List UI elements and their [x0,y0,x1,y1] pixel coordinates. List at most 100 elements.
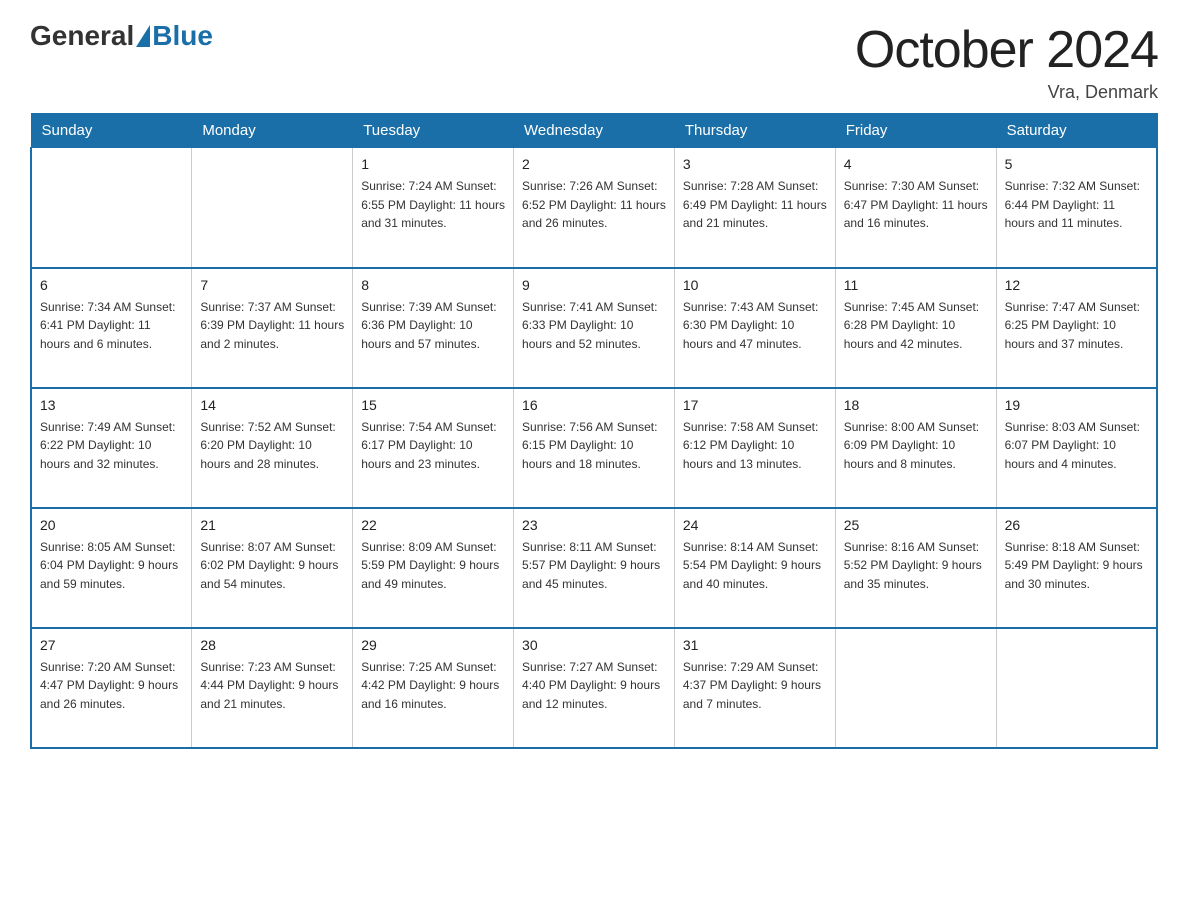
calendar-table: SundayMondayTuesdayWednesdayThursdayFrid… [30,113,1158,749]
calendar-cell: 13Sunrise: 7:49 AM Sunset: 6:22 PM Dayli… [31,388,192,508]
day-number: 30 [522,635,666,656]
logo: General Blue [30,20,213,52]
day-info: Sunrise: 8:00 AM Sunset: 6:09 PM Dayligh… [844,418,988,474]
day-info: Sunrise: 8:07 AM Sunset: 6:02 PM Dayligh… [200,538,344,594]
day-info: Sunrise: 7:29 AM Sunset: 4:37 PM Dayligh… [683,658,827,714]
calendar-cell: 4Sunrise: 7:30 AM Sunset: 6:47 PM Daylig… [835,148,996,268]
day-info: Sunrise: 7:52 AM Sunset: 6:20 PM Dayligh… [200,418,344,474]
day-info: Sunrise: 7:39 AM Sunset: 6:36 PM Dayligh… [361,298,505,354]
calendar-cell: 3Sunrise: 7:28 AM Sunset: 6:49 PM Daylig… [674,148,835,268]
day-info: Sunrise: 7:56 AM Sunset: 6:15 PM Dayligh… [522,418,666,474]
day-number: 17 [683,395,827,416]
day-number: 27 [40,635,183,656]
calendar-cell [192,148,353,268]
day-number: 20 [40,515,183,536]
calendar-cell: 25Sunrise: 8:16 AM Sunset: 5:52 PM Dayli… [835,508,996,628]
weekday-header-thursday: Thursday [674,114,835,148]
calendar-cell: 5Sunrise: 7:32 AM Sunset: 6:44 PM Daylig… [996,148,1157,268]
calendar-cell: 10Sunrise: 7:43 AM Sunset: 6:30 PM Dayli… [674,268,835,388]
day-number: 9 [522,275,666,296]
day-info: Sunrise: 8:14 AM Sunset: 5:54 PM Dayligh… [683,538,827,594]
calendar-cell: 26Sunrise: 8:18 AM Sunset: 5:49 PM Dayli… [996,508,1157,628]
calendar-cell: 29Sunrise: 7:25 AM Sunset: 4:42 PM Dayli… [353,628,514,748]
calendar-week-row: 20Sunrise: 8:05 AM Sunset: 6:04 PM Dayli… [31,508,1157,628]
calendar-cell: 27Sunrise: 7:20 AM Sunset: 4:47 PM Dayli… [31,628,192,748]
day-number: 10 [683,275,827,296]
day-info: Sunrise: 7:41 AM Sunset: 6:33 PM Dayligh… [522,298,666,354]
day-info: Sunrise: 8:03 AM Sunset: 6:07 PM Dayligh… [1005,418,1148,474]
day-info: Sunrise: 8:11 AM Sunset: 5:57 PM Dayligh… [522,538,666,594]
day-number: 13 [40,395,183,416]
calendar-cell [835,628,996,748]
logo-general-text: General [30,20,134,52]
day-number: 7 [200,275,344,296]
day-info: Sunrise: 8:09 AM Sunset: 5:59 PM Dayligh… [361,538,505,594]
day-info: Sunrise: 7:37 AM Sunset: 6:39 PM Dayligh… [200,298,344,354]
calendar-cell: 9Sunrise: 7:41 AM Sunset: 6:33 PM Daylig… [514,268,675,388]
day-info: Sunrise: 7:49 AM Sunset: 6:22 PM Dayligh… [40,418,183,474]
calendar-cell: 20Sunrise: 8:05 AM Sunset: 6:04 PM Dayli… [31,508,192,628]
calendar-cell: 23Sunrise: 8:11 AM Sunset: 5:57 PM Dayli… [514,508,675,628]
calendar-cell: 14Sunrise: 7:52 AM Sunset: 6:20 PM Dayli… [192,388,353,508]
day-number: 2 [522,154,666,175]
calendar-cell: 2Sunrise: 7:26 AM Sunset: 6:52 PM Daylig… [514,148,675,268]
day-number: 24 [683,515,827,536]
day-number: 31 [683,635,827,656]
calendar-week-row: 27Sunrise: 7:20 AM Sunset: 4:47 PM Dayli… [31,628,1157,748]
day-number: 1 [361,154,505,175]
day-info: Sunrise: 7:47 AM Sunset: 6:25 PM Dayligh… [1005,298,1148,354]
calendar-week-row: 13Sunrise: 7:49 AM Sunset: 6:22 PM Dayli… [31,388,1157,508]
calendar-week-row: 1Sunrise: 7:24 AM Sunset: 6:55 PM Daylig… [31,148,1157,268]
day-info: Sunrise: 7:54 AM Sunset: 6:17 PM Dayligh… [361,418,505,474]
day-info: Sunrise: 7:43 AM Sunset: 6:30 PM Dayligh… [683,298,827,354]
weekday-header-tuesday: Tuesday [353,114,514,148]
calendar-cell: 19Sunrise: 8:03 AM Sunset: 6:07 PM Dayli… [996,388,1157,508]
day-info: Sunrise: 7:34 AM Sunset: 6:41 PM Dayligh… [40,298,183,354]
day-info: Sunrise: 8:05 AM Sunset: 6:04 PM Dayligh… [40,538,183,594]
page-header: General Blue October 2024 Vra, Denmark [30,20,1158,103]
day-number: 14 [200,395,344,416]
day-number: 15 [361,395,505,416]
day-number: 26 [1005,515,1148,536]
calendar-cell: 22Sunrise: 8:09 AM Sunset: 5:59 PM Dayli… [353,508,514,628]
day-info: Sunrise: 7:20 AM Sunset: 4:47 PM Dayligh… [40,658,183,714]
day-number: 8 [361,275,505,296]
calendar-week-row: 6Sunrise: 7:34 AM Sunset: 6:41 PM Daylig… [31,268,1157,388]
calendar-cell: 1Sunrise: 7:24 AM Sunset: 6:55 PM Daylig… [353,148,514,268]
day-info: Sunrise: 7:26 AM Sunset: 6:52 PM Dayligh… [522,177,666,233]
calendar-cell: 12Sunrise: 7:47 AM Sunset: 6:25 PM Dayli… [996,268,1157,388]
day-number: 29 [361,635,505,656]
day-number: 28 [200,635,344,656]
weekday-header-monday: Monday [192,114,353,148]
day-number: 11 [844,275,988,296]
day-info: Sunrise: 7:32 AM Sunset: 6:44 PM Dayligh… [1005,177,1148,233]
location-subtitle: Vra, Denmark [855,82,1158,103]
day-number: 16 [522,395,666,416]
calendar-cell: 8Sunrise: 7:39 AM Sunset: 6:36 PM Daylig… [353,268,514,388]
day-number: 25 [844,515,988,536]
calendar-cell: 24Sunrise: 8:14 AM Sunset: 5:54 PM Dayli… [674,508,835,628]
calendar-cell: 15Sunrise: 7:54 AM Sunset: 6:17 PM Dayli… [353,388,514,508]
weekday-header-wednesday: Wednesday [514,114,675,148]
calendar-cell: 7Sunrise: 7:37 AM Sunset: 6:39 PM Daylig… [192,268,353,388]
day-number: 5 [1005,154,1148,175]
day-number: 23 [522,515,666,536]
day-number: 3 [683,154,827,175]
calendar-cell: 16Sunrise: 7:56 AM Sunset: 6:15 PM Dayli… [514,388,675,508]
day-info: Sunrise: 8:16 AM Sunset: 5:52 PM Dayligh… [844,538,988,594]
day-number: 18 [844,395,988,416]
day-info: Sunrise: 8:18 AM Sunset: 5:49 PM Dayligh… [1005,538,1148,594]
month-title: October 2024 [855,20,1158,80]
day-info: Sunrise: 7:25 AM Sunset: 4:42 PM Dayligh… [361,658,505,714]
calendar-cell: 11Sunrise: 7:45 AM Sunset: 6:28 PM Dayli… [835,268,996,388]
day-info: Sunrise: 7:24 AM Sunset: 6:55 PM Dayligh… [361,177,505,233]
day-number: 12 [1005,275,1148,296]
weekday-header-row: SundayMondayTuesdayWednesdayThursdayFrid… [31,114,1157,148]
day-info: Sunrise: 7:58 AM Sunset: 6:12 PM Dayligh… [683,418,827,474]
calendar-cell [996,628,1157,748]
weekday-header-friday: Friday [835,114,996,148]
calendar-cell: 18Sunrise: 8:00 AM Sunset: 6:09 PM Dayli… [835,388,996,508]
day-number: 21 [200,515,344,536]
weekday-header-sunday: Sunday [31,114,192,148]
calendar-cell: 31Sunrise: 7:29 AM Sunset: 4:37 PM Dayli… [674,628,835,748]
